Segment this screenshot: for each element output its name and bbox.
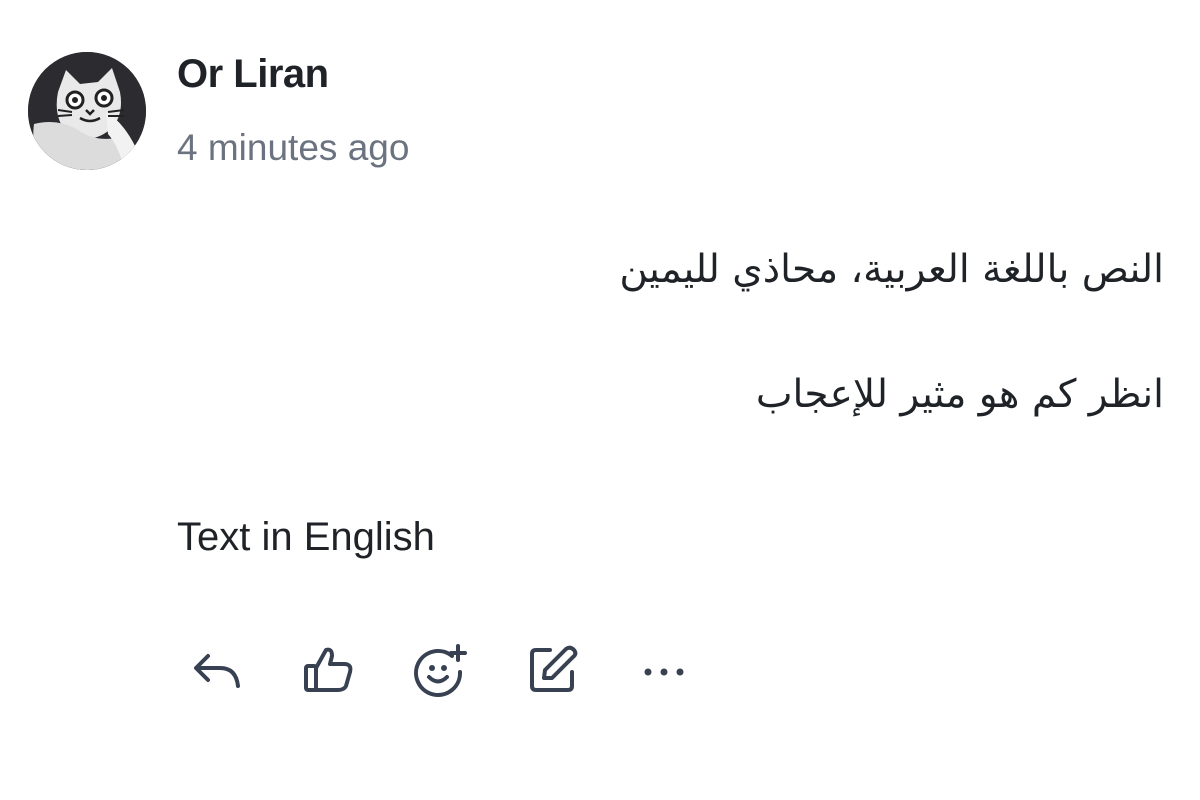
comment: Or Liran 4 minutes ago النص باللغة العرب… bbox=[0, 0, 1200, 800]
add-reaction-button[interactable] bbox=[410, 640, 470, 700]
like-button[interactable] bbox=[298, 640, 358, 700]
edit-icon bbox=[530, 645, 578, 692]
comment-timestamp[interactable]: 4 minutes ago bbox=[177, 127, 409, 169]
more-options-button[interactable] bbox=[634, 640, 694, 700]
arabic-paragraph-1: النص باللغة العربية، محاذي لليمين bbox=[619, 247, 1164, 292]
english-paragraph: Text in English bbox=[177, 515, 435, 559]
cat-avatar-icon bbox=[28, 52, 146, 170]
avatar[interactable] bbox=[28, 52, 146, 170]
edit-button[interactable] bbox=[522, 640, 582, 700]
arabic-paragraph-2: انظر كم هو مثير للإعجاب bbox=[755, 372, 1164, 417]
author-name[interactable]: Or Liran bbox=[177, 52, 329, 97]
add-reaction-icon bbox=[414, 644, 467, 697]
reply-button[interactable] bbox=[186, 640, 246, 700]
comment-actions bbox=[186, 640, 694, 700]
comment-body: النص باللغة العربية، محاذي لليمين انظر ك… bbox=[177, 230, 1164, 559]
thumbs-up-icon bbox=[304, 647, 353, 692]
reply-icon bbox=[194, 654, 240, 688]
more-options-icon bbox=[644, 668, 684, 676]
